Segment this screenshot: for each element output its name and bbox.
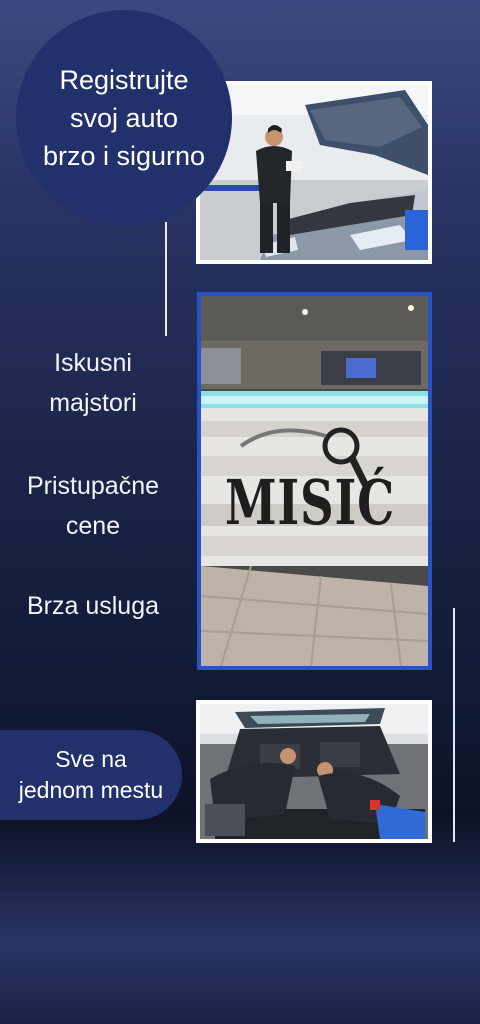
- headline-line-2: svoj auto: [69, 103, 179, 133]
- feature-affordable-prices: Pristupačne cene: [0, 466, 186, 546]
- feature-fast-service: Brza usluga: [0, 586, 186, 626]
- feature-3-line-1: Brza usluga: [26, 592, 160, 620]
- feature-1-line-1: Iskusni: [54, 349, 132, 377]
- photo-workshop-sign: MISIĆ: [197, 292, 432, 670]
- pill-line-2: jednom mestu: [18, 777, 164, 803]
- feature-2-line-1: Pristupačne: [26, 472, 160, 500]
- headline-badge: Registrujte svoj auto brzo i sigurno: [16, 10, 232, 226]
- divider-line-left: [165, 222, 167, 336]
- feature-1-line-2: majstori: [49, 389, 137, 417]
- photo-mechanics-trunk: [196, 700, 432, 843]
- divider-line-right: [453, 608, 455, 842]
- headline-line-3: brzo i sigurno: [42, 141, 206, 171]
- feature-2-line-2: cene: [65, 512, 121, 540]
- headline-line-1: Registrujte: [59, 65, 189, 95]
- all-in-one-place-badge: Sve na jednom mestu: [0, 730, 182, 820]
- workshop-sign-text: MISIĆ: [225, 466, 395, 539]
- pill-line-1: Sve na: [55, 746, 127, 772]
- feature-experienced-mechanics: Iskusni majstori: [0, 343, 186, 423]
